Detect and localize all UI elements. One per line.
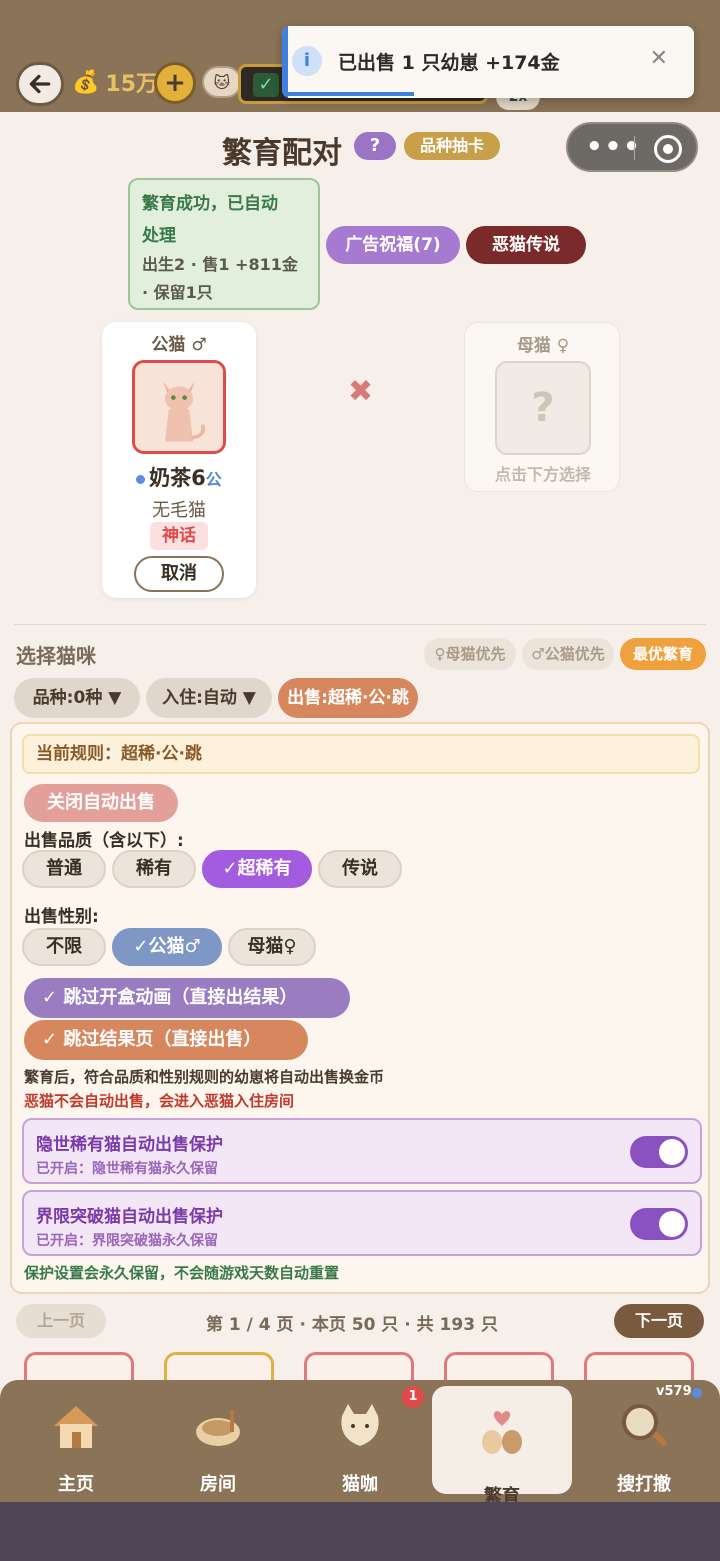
sex-male[interactable]: ✓公猫♂ bbox=[112, 928, 222, 966]
skip-result-toggle[interactable]: ✓ 跳过结果页（直接出售） bbox=[24, 1020, 308, 1060]
nav-label: 猫咖 bbox=[342, 1474, 378, 1495]
toast-accent bbox=[282, 26, 288, 98]
best-breed-button[interactable]: 最优繁育 bbox=[620, 638, 706, 670]
version-dot bbox=[692, 1388, 702, 1398]
result-line-3: 出生2 · 售1 +811金 bbox=[142, 255, 298, 274]
prev-page-button[interactable]: 上一页 bbox=[16, 1304, 106, 1338]
close-target-icon[interactable] bbox=[654, 135, 682, 163]
nav-home[interactable]: 主页 bbox=[6, 1380, 146, 1502]
breed-filter[interactable]: 品种:0种 ▼ bbox=[14, 678, 140, 718]
question-icon: ? bbox=[495, 361, 591, 455]
skip-animation-toggle[interactable]: ✓ 跳过开盒动画（直接出结果） bbox=[24, 978, 350, 1018]
info-icon: i bbox=[292, 46, 322, 76]
divider bbox=[14, 624, 706, 625]
male-cat-card[interactable]: 公猫 ♂ 奶茶6公 无毛猫 神话 取消 bbox=[102, 322, 256, 598]
hidden-rare-protection: 隐世稀有猫自动出售保护 已开启：隐世稀有猫永久保留 bbox=[22, 1118, 702, 1184]
version-label: v579 bbox=[656, 1384, 692, 1399]
ad-blessing-button[interactable]: 广告祝福(7) bbox=[326, 226, 460, 264]
cross-icon: ✖ bbox=[348, 374, 374, 409]
cat-count-chip[interactable]: 🐱 bbox=[202, 66, 242, 98]
cat-name: 奶茶6 bbox=[149, 466, 206, 490]
sex-female[interactable]: 母猫♀ bbox=[228, 928, 316, 966]
house-icon bbox=[54, 1406, 98, 1448]
result-line-4: · 保留1只 bbox=[142, 283, 213, 302]
female-hint: 点击下方选择 bbox=[494, 465, 591, 484]
status-dot bbox=[136, 474, 146, 484]
cancel-button[interactable]: 取消 bbox=[134, 556, 224, 592]
quality-label: 出售品质（含以下）: bbox=[24, 831, 184, 851]
bottom-nav: 主页 房间 猫咖 繁育 搜打撤 bbox=[0, 1380, 720, 1507]
protection-status: 已开启：界限突破猫永久保留 bbox=[36, 1233, 218, 1249]
select-title: 选择猫咪 bbox=[16, 644, 96, 668]
evil-cat-button[interactable]: 恶猫传说 bbox=[466, 226, 586, 264]
system-bar bbox=[0, 1502, 720, 1561]
rarity-badge: 神话 bbox=[150, 522, 208, 550]
hidden-rare-switch[interactable] bbox=[630, 1136, 688, 1168]
nav-search[interactable]: 搜打撤 bbox=[574, 1380, 714, 1502]
back-button[interactable] bbox=[16, 62, 64, 106]
cat-breed: 无毛猫 bbox=[152, 500, 206, 521]
cat-sex: 公 bbox=[205, 470, 222, 489]
protection-status: 已开启：隐世稀有猫永久保留 bbox=[36, 1161, 218, 1177]
nav-label: 房间 bbox=[200, 1474, 236, 1495]
nav-breed[interactable]: 繁育 bbox=[432, 1386, 572, 1507]
next-page-button[interactable]: 下一页 bbox=[614, 1304, 704, 1338]
page-title: 繁育配对 bbox=[222, 136, 342, 171]
sex-any[interactable]: 不限 bbox=[22, 928, 106, 966]
male-first-button[interactable]: ♂公猫优先 bbox=[522, 638, 614, 670]
add-coins-button[interactable]: + bbox=[154, 62, 196, 104]
nav-room[interactable]: 房间 bbox=[148, 1380, 288, 1502]
breakthrough-protection: 界限突破猫自动出售保护 已开启：界限突破猫永久保留 bbox=[22, 1190, 702, 1256]
result-line-1: 繁育成功，已自动 bbox=[142, 194, 278, 214]
breed-gacha-button[interactable]: 品种抽卡 bbox=[404, 132, 500, 160]
mini-program-capsule: ••• bbox=[566, 122, 698, 172]
sex-label: 出售性别: bbox=[24, 907, 99, 927]
coin-amount: 15万 bbox=[105, 72, 159, 97]
close-auto-sale-button[interactable]: 关闭自动出售 bbox=[24, 784, 178, 822]
evil-cat-note: 恶猫不会自动出售，会进入恶猫入住房间 bbox=[24, 1092, 295, 1110]
quality-super-rare[interactable]: ✓超稀有 bbox=[202, 850, 312, 888]
toast-message: 已出售 1 只幼崽 +174金 bbox=[338, 52, 560, 74]
cat-cup-icon bbox=[341, 1404, 379, 1446]
magnifier-icon bbox=[622, 1404, 667, 1446]
result-line-2: 处理 bbox=[142, 226, 176, 246]
female-heading: 母猫 ♀ bbox=[516, 336, 570, 356]
female-cat-card[interactable]: 母猫 ♀ ? 点击下方选择 bbox=[464, 322, 620, 492]
notification-badge: 1 bbox=[402, 1386, 424, 1408]
check-icon: ✓ bbox=[253, 73, 279, 97]
cat-name-row: 奶茶6公 bbox=[102, 462, 256, 492]
quality-rare[interactable]: 稀有 bbox=[112, 850, 196, 888]
coin-balance: 💰 15万 bbox=[72, 66, 158, 98]
arrow-left-icon bbox=[29, 74, 51, 94]
breakthrough-switch[interactable] bbox=[630, 1208, 688, 1240]
quality-legend[interactable]: 传说 bbox=[318, 850, 402, 888]
cat-face-icon: 🐱 bbox=[213, 72, 231, 92]
auto-sale-note: 繁育后，符合品质和性别规则的幼崽将自动出售换金币 bbox=[24, 1068, 385, 1086]
breed-result-card: 繁育成功，已自动 处理 出生2 · 售1 +811金 · 保留1只 bbox=[128, 178, 320, 310]
help-button[interactable]: ? bbox=[354, 132, 396, 160]
page-info: 第 1 / 4 页 · 本页 50 只 · 共 193 只 bbox=[206, 1315, 498, 1335]
bed-icon bbox=[196, 1410, 240, 1446]
toast-progress bbox=[288, 92, 414, 96]
auto-sale-panel: 当前规则：超稀·公·跳 关闭自动出售 出售品质（含以下）: 普通 稀有 ✓超稀有… bbox=[10, 722, 710, 1294]
sold-toast: i 已出售 1 只幼崽 +174金 ✕ bbox=[282, 26, 694, 98]
male-heading: 公猫 ♂ bbox=[151, 335, 207, 355]
cat-portrait bbox=[132, 360, 226, 454]
nav-label: 主页 bbox=[58, 1474, 94, 1495]
quality-common[interactable]: 普通 bbox=[22, 850, 106, 888]
sale-filter[interactable]: 出售:超稀·公·跳 bbox=[278, 678, 418, 718]
close-icon[interactable]: ✕ bbox=[650, 46, 668, 71]
money-bag-icon: 💰 bbox=[72, 69, 100, 95]
current-rule: 当前规则：超稀·公·跳 bbox=[22, 734, 700, 774]
protection-title: 界限突破猫自动出售保护 bbox=[36, 1207, 223, 1227]
female-first-button[interactable]: ♀母猫优先 bbox=[424, 638, 516, 670]
nav-label: 搜打撤 bbox=[617, 1474, 671, 1495]
cats-heart-icon bbox=[482, 1411, 522, 1454]
protection-title: 隐世稀有猫自动出售保护 bbox=[36, 1135, 223, 1155]
protection-note: 保护设置会永久保留，不会随游戏天数自动重置 bbox=[24, 1264, 340, 1282]
stay-filter[interactable]: 入住:自动 ▼ bbox=[146, 678, 272, 718]
capsule-divider bbox=[634, 136, 635, 160]
sphynx-cat-icon bbox=[135, 363, 223, 451]
